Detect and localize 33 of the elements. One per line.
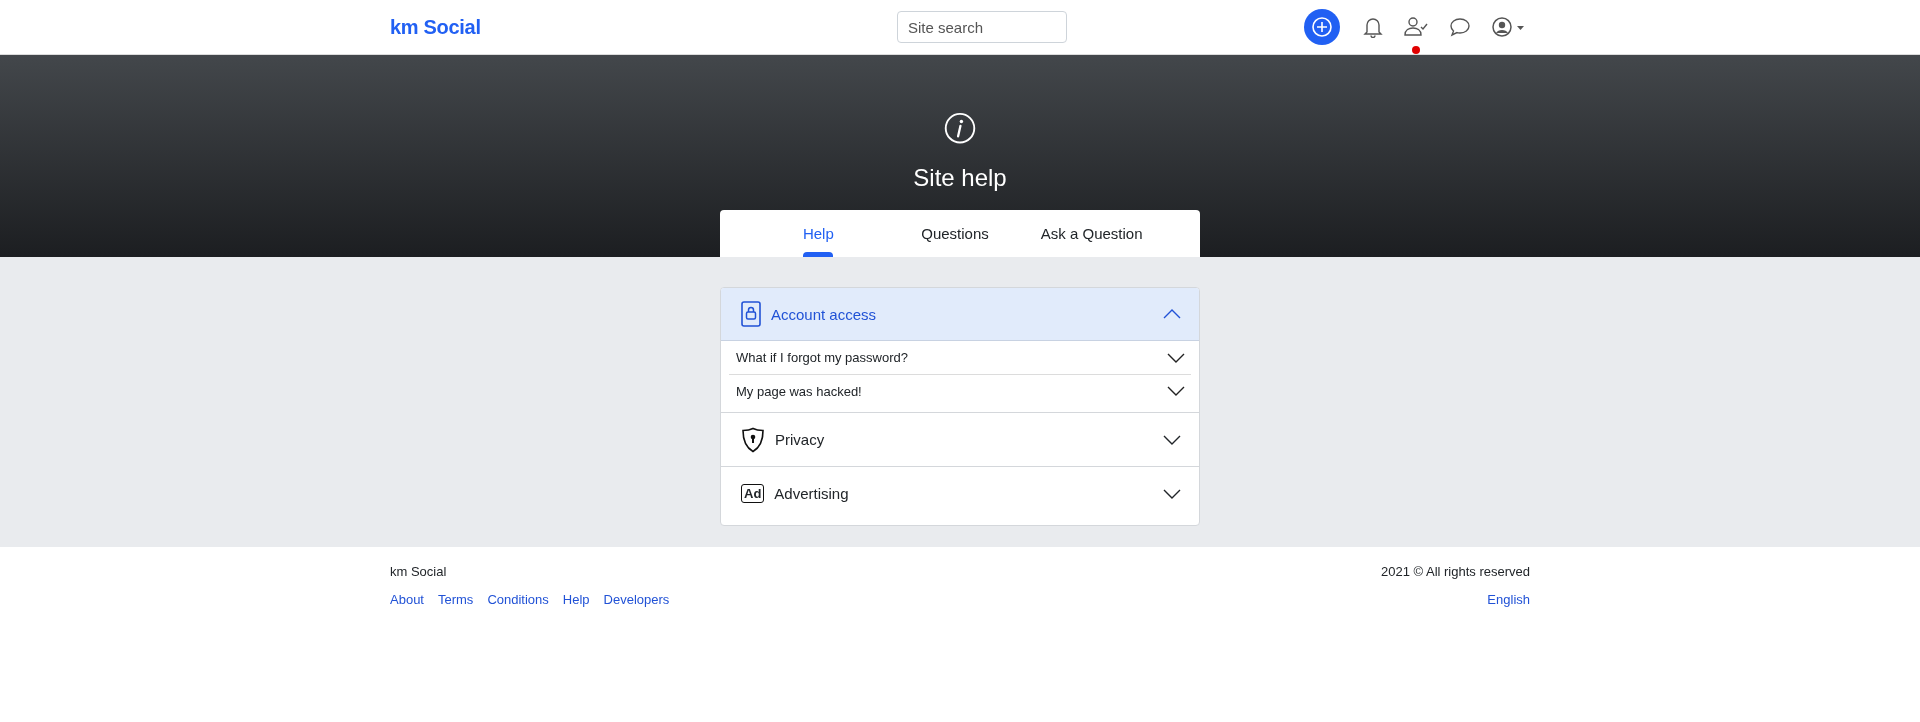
accordion-header[interactable]: Account access	[721, 288, 1199, 341]
page-title: Site help	[913, 164, 1007, 193]
tab[interactable]: Ask a Question	[1023, 210, 1160, 257]
search-field[interactable]: Site search	[897, 11, 1067, 43]
footer-link[interactable]: Terms	[438, 592, 474, 607]
ad-icon: Ad	[741, 484, 765, 503]
tab[interactable]: Help	[750, 210, 887, 257]
question-item[interactable]: What if I forgot my password?	[729, 341, 1191, 374]
footer-brand: km Social	[390, 564, 447, 579]
question-item[interactable]: My page was hacked!	[729, 374, 1191, 407]
footer-link[interactable]: About	[390, 592, 424, 607]
chevron-down-icon	[1167, 386, 1185, 396]
chevron-down-icon	[1163, 434, 1181, 445]
tab[interactable]: Questions	[886, 210, 1024, 257]
plus-circle-icon	[1311, 16, 1333, 38]
footer-link[interactable]: Help	[562, 592, 590, 607]
chevron-down-icon	[1163, 488, 1181, 499]
bell-icon	[1363, 16, 1383, 38]
lock-icon	[741, 301, 761, 327]
chat-bubble-icon	[1449, 16, 1471, 38]
shield-keyhole-icon	[741, 426, 765, 453]
notification-dot	[1412, 46, 1420, 54]
chevron-down-icon	[1167, 352, 1185, 363]
footer-link[interactable]: Developers	[603, 592, 670, 607]
chevron-up-icon	[1163, 309, 1181, 319]
person-check-icon	[1403, 16, 1429, 38]
footer-link[interactable]: Conditions	[487, 592, 549, 607]
site-logo[interactable]: km Social	[390, 15, 610, 39]
add-button[interactable]	[1304, 9, 1340, 45]
info-icon	[943, 112, 977, 145]
account-dropdown-icon	[1491, 16, 1525, 38]
copyright-text: 2021 © All rights reserved	[1380, 564, 1530, 579]
language-link[interactable]: English	[1487, 592, 1530, 607]
